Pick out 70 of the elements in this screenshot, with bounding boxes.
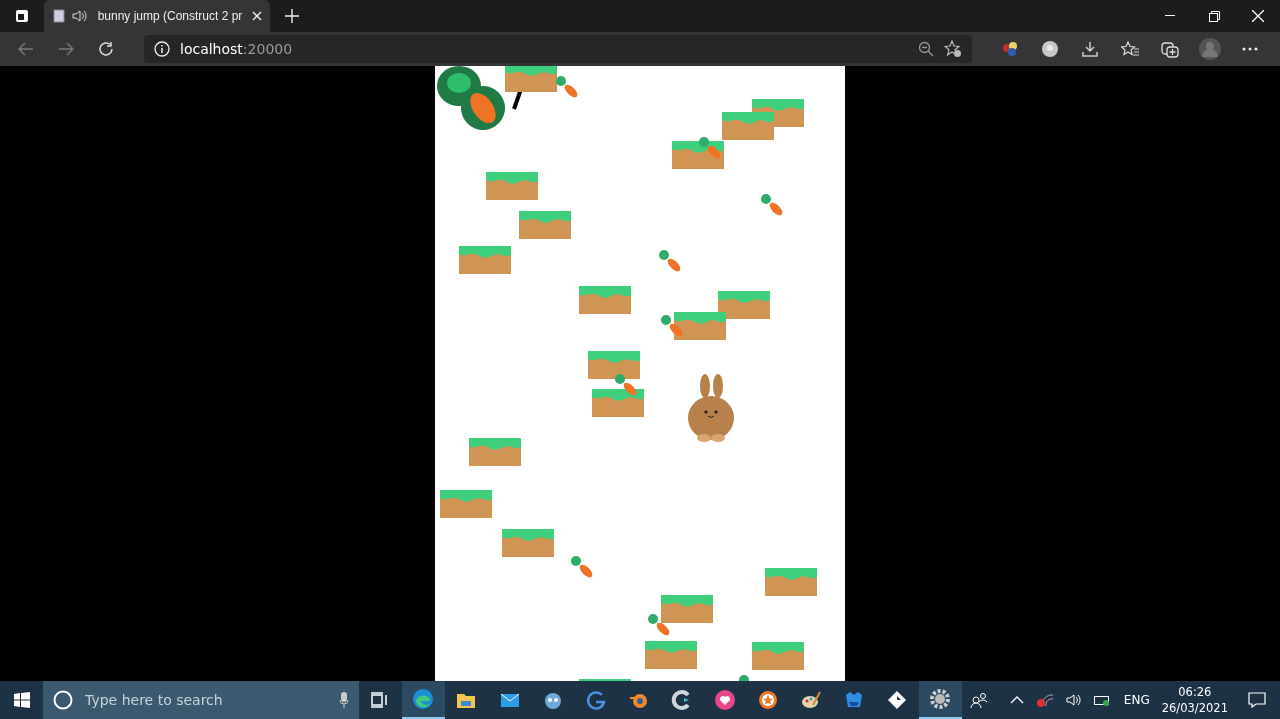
- zoom-out-icon[interactable]: [918, 41, 934, 57]
- carrot-drawing: [699, 137, 723, 161]
- grass-platform: [519, 209, 571, 239]
- page-icon: [52, 9, 66, 23]
- taskbar-app[interactable]: [918, 681, 962, 719]
- battery-icon[interactable]: [1093, 694, 1112, 706]
- grass-platform: [469, 436, 521, 466]
- favorites-icon[interactable]: [1121, 41, 1139, 57]
- grass-platform: [765, 566, 817, 596]
- diamond-icon: [886, 689, 909, 711]
- grass-platform: [459, 244, 511, 274]
- grass-platform: [718, 289, 770, 319]
- swirl-icon: [584, 689, 607, 711]
- add-favorite-icon[interactable]: [944, 40, 962, 58]
- search-icon: [53, 690, 74, 710]
- close-icon[interactable]: [252, 11, 262, 21]
- carrot-drawing: [648, 614, 672, 638]
- new-tab-icon[interactable]: [285, 9, 299, 23]
- browser-tab[interactable]: bunny jump (Construct 2 pr: [44, 0, 270, 32]
- info-icon[interactable]: [154, 41, 170, 57]
- carrot-drawing: [659, 250, 683, 274]
- grass-platform: [645, 639, 697, 669]
- speaker-icon[interactable]: [72, 9, 88, 23]
- download-icon[interactable]: [1082, 41, 1098, 57]
- address-bar[interactable]: localhost:20000: [144, 35, 972, 63]
- bunny-drawing: [687, 374, 735, 442]
- tab-actions-icon[interactable]: [15, 9, 29, 23]
- carrot-drawing: [615, 374, 639, 398]
- minimize-icon[interactable]: [1165, 15, 1175, 17]
- grass-platform: [579, 284, 631, 314]
- reload-icon[interactable]: [98, 41, 114, 57]
- notifications-icon[interactable]: [1248, 692, 1266, 708]
- clock[interactable]: 06:26 26/03/2021: [1161, 684, 1228, 716]
- colored-balls-icon[interactable]: [1001, 40, 1019, 58]
- carrot-drawing: [661, 315, 685, 339]
- grass-platform: [486, 170, 538, 200]
- network-error-icon[interactable]: [1035, 692, 1054, 708]
- browser-icon: [412, 688, 435, 710]
- grass-platform: [674, 310, 726, 340]
- language-indicator[interactable]: ENG: [1123, 693, 1150, 707]
- search-field[interactable]: Type here to search: [83, 691, 329, 709]
- people-icon[interactable]: [969, 692, 988, 708]
- collections-icon[interactable]: [1161, 40, 1179, 58]
- avatar-icon[interactable]: [1199, 38, 1221, 60]
- windows-start-icon[interactable]: [13, 692, 30, 708]
- grass-platform: [592, 387, 644, 417]
- search-box[interactable]: Type here to search: [43, 681, 359, 719]
- speaker-icon[interactable]: [1065, 693, 1082, 707]
- grass-platform: [661, 593, 713, 623]
- carrot-drawing: [571, 556, 595, 580]
- palette-icon: [800, 689, 823, 711]
- restore-icon[interactable]: [1208, 10, 1220, 22]
- url-text: localhost:20000: [180, 41, 294, 57]
- task-view-icon[interactable]: [371, 692, 390, 708]
- back-icon[interactable]: [18, 42, 34, 56]
- extension-icon[interactable]: [1041, 40, 1059, 58]
- carrot-drawing: [556, 76, 580, 100]
- carrot-drawing: [761, 194, 785, 218]
- grass-platform: [752, 640, 804, 670]
- chevron-up-icon[interactable]: [1009, 696, 1024, 704]
- gear-icon: [929, 688, 952, 710]
- grass-platform: [588, 349, 640, 379]
- grass-platform: [722, 110, 774, 140]
- taskbar-app[interactable]: [401, 681, 445, 719]
- more-icon[interactable]: [1242, 47, 1258, 51]
- grass-platform: [505, 66, 557, 92]
- grass-platform: [440, 488, 492, 518]
- microphone-icon[interactable]: [338, 692, 349, 708]
- forward-icon[interactable]: [58, 42, 74, 56]
- grass-platform: [502, 527, 554, 557]
